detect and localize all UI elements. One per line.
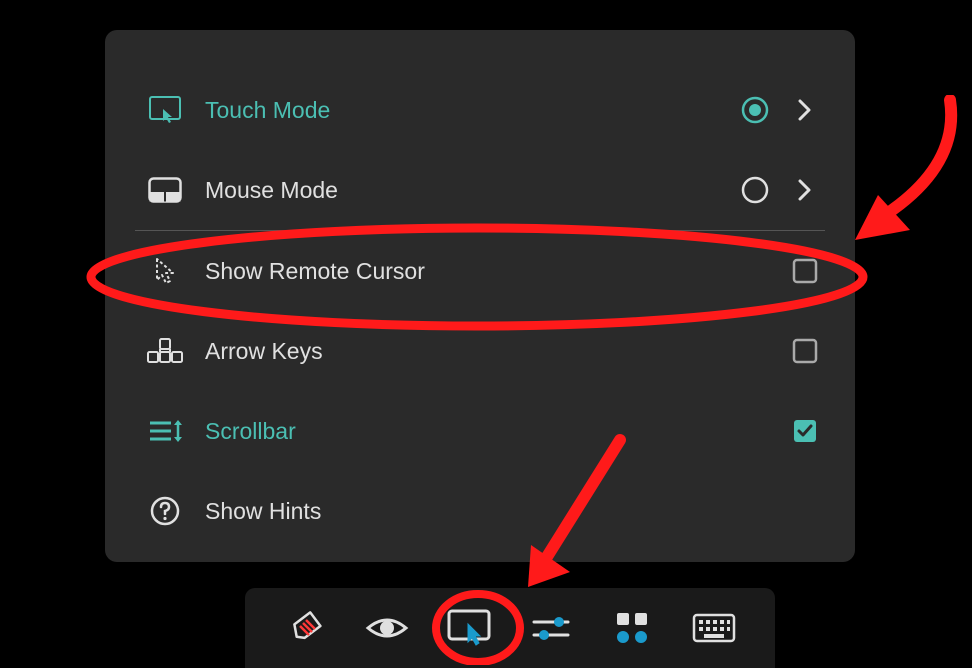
toolbar-eye[interactable] xyxy=(357,598,417,658)
toolbar-keyboard[interactable] xyxy=(684,598,744,658)
menu-item-touch-mode[interactable]: Touch Mode xyxy=(105,70,855,150)
menu-item-label: Touch Mode xyxy=(205,97,725,124)
bottom-toolbar xyxy=(245,588,775,668)
menu-item-scrollbar[interactable]: Scrollbar xyxy=(105,391,855,471)
menu-item-label: Mouse Mode xyxy=(205,177,725,204)
remote-cursor-icon xyxy=(145,251,185,291)
menu-item-label: Show Remote Cursor xyxy=(205,258,775,285)
toolbar-eraser[interactable] xyxy=(276,598,336,658)
checkbox-unchecked[interactable] xyxy=(785,331,825,371)
input-settings-menu: Touch Mode Mouse Mode xyxy=(105,30,855,562)
menu-item-mouse-mode[interactable]: Mouse Mode xyxy=(105,150,855,230)
chevron-right-icon[interactable] xyxy=(785,90,825,130)
mouse-mode-icon xyxy=(145,170,185,210)
scrollbar-icon xyxy=(145,411,185,451)
radio-selected[interactable] xyxy=(735,90,775,130)
toolbar-sliders[interactable] xyxy=(521,598,581,658)
checkbox-checked[interactable] xyxy=(785,411,825,451)
help-circle-icon xyxy=(145,491,185,531)
arrow-keys-icon xyxy=(145,331,185,371)
chevron-right-icon[interactable] xyxy=(785,170,825,210)
menu-item-show-hints[interactable]: Show Hints xyxy=(105,471,855,551)
menu-item-label: Arrow Keys xyxy=(205,338,775,365)
checkbox-unchecked[interactable] xyxy=(785,251,825,291)
toolbar-touch-cursor[interactable] xyxy=(439,598,499,658)
radio-unselected[interactable] xyxy=(735,170,775,210)
menu-item-label: Show Hints xyxy=(205,498,825,525)
menu-item-show-remote-cursor[interactable]: Show Remote Cursor xyxy=(105,231,855,311)
toolbar-grid-apps[interactable] xyxy=(602,598,662,658)
menu-item-label: Scrollbar xyxy=(205,418,775,445)
menu-item-arrow-keys[interactable]: Arrow Keys xyxy=(105,311,855,391)
touch-mode-icon xyxy=(145,90,185,130)
